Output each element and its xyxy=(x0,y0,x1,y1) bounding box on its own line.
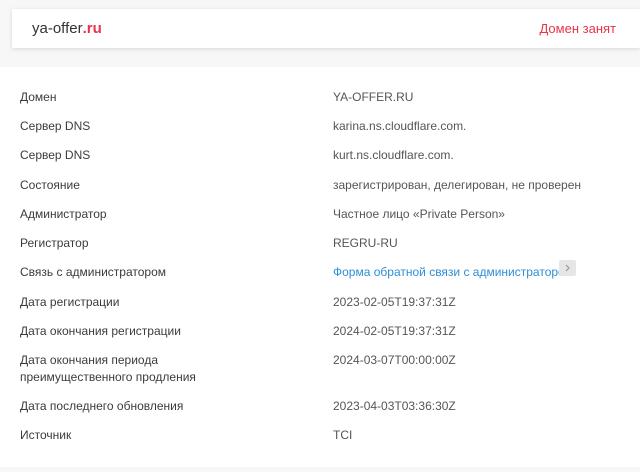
row-value: karina.ns.cloudflare.com. xyxy=(333,119,467,133)
chevron-right-icon xyxy=(565,264,570,272)
row-label: Связь с администратором xyxy=(20,265,166,279)
row-label: Сервер DNS xyxy=(20,148,91,162)
row-label: Сервер DNS xyxy=(20,119,91,133)
row-label: Дата окончания периода преимущественного… xyxy=(20,352,320,386)
row-label: Дата последнего обновления xyxy=(20,399,184,413)
row-value: 2024-02-05T19:37:31Z xyxy=(333,324,456,338)
row-value: Частное лицо «Private Person» xyxy=(333,207,505,221)
admin-contact-form-link[interactable]: Форма обратной связи с администратором xyxy=(333,264,573,281)
whois-info-table: Домен YA-OFFER.RU Сервер DNS karina.ns.c… xyxy=(0,67,640,467)
row-label: Состояние xyxy=(20,178,80,192)
row-label-line: Дата окончания периода xyxy=(20,353,158,367)
row-label: Дата окончания регистрации xyxy=(20,324,181,338)
row-value: REGRU-RU xyxy=(333,236,398,250)
row-label: Домен xyxy=(20,90,57,104)
row-label: Дата регистрации xyxy=(20,295,120,309)
row-value: 2024-03-07T00:00:00Z xyxy=(333,353,456,367)
row-label: Администратор xyxy=(20,207,107,221)
row-label: Источник xyxy=(20,428,72,442)
row-value: YA-OFFER.RU xyxy=(333,90,414,104)
domain-tld: .ru xyxy=(82,20,102,37)
row-value: зарегистрирован, делегирован, не провере… xyxy=(333,178,581,192)
domain-header-card: ya-offer.ru Домен занят xyxy=(12,9,640,48)
domain-name: ya-offer xyxy=(32,20,83,37)
domain-status: Домен занят xyxy=(539,21,616,36)
row-value: TCI xyxy=(333,428,353,442)
row-label-line: преимущественного продления xyxy=(20,370,196,384)
row-label: Регистратор xyxy=(20,236,89,250)
domain-title: ya-offer.ru xyxy=(32,20,102,37)
row-value: kurt.ns.cloudflare.com. xyxy=(333,148,454,162)
row-value: 2023-04-03T03:36:30Z xyxy=(333,399,456,413)
admin-contact-arrow-button[interactable] xyxy=(559,260,576,276)
row-value: 2023-02-05T19:37:31Z xyxy=(333,295,456,309)
